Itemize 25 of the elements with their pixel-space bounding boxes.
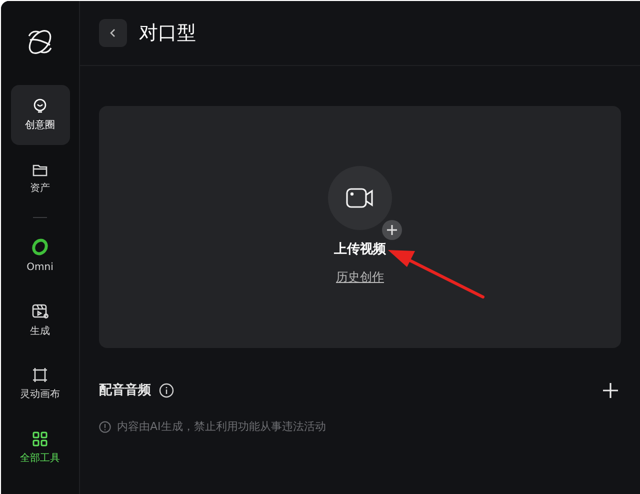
plus-icon bbox=[382, 220, 402, 240]
video-camera-icon bbox=[346, 187, 374, 209]
history-link[interactable]: 历史创作 bbox=[336, 268, 384, 286]
sidebar-item[interactable]: 全部工具 bbox=[10, 418, 70, 478]
upload-video-label: 上传视频 bbox=[334, 241, 386, 259]
lightbulb-icon bbox=[32, 98, 48, 114]
sidebar-item[interactable]: 创意圈 bbox=[10, 85, 70, 145]
frame-icon bbox=[32, 366, 48, 382]
notice-text: 内容由AI生成，禁止利用功能从事违法活动 bbox=[117, 418, 326, 434]
grid-icon bbox=[32, 430, 48, 446]
back-icon bbox=[109, 28, 117, 38]
sidebar-item[interactable]: Omni bbox=[10, 226, 70, 286]
upload-area[interactable]: 上传视频 历史创作 bbox=[99, 106, 621, 348]
sidebar-item[interactable]: 灵动画布 bbox=[10, 354, 70, 414]
sidebar-item[interactable]: 生成 bbox=[10, 290, 70, 350]
sidebar-item[interactable]: 资产 bbox=[10, 149, 70, 209]
clapperboard-icon bbox=[31, 302, 49, 320]
add-icon[interactable] bbox=[603, 383, 618, 398]
folder-icon bbox=[32, 162, 48, 176]
warning-icon bbox=[99, 420, 111, 433]
info-icon[interactable] bbox=[159, 383, 174, 398]
ring-icon bbox=[31, 238, 49, 256]
section-title: 配音音频 bbox=[99, 382, 151, 400]
page-title: 对口型 bbox=[139, 20, 196, 46]
back-button[interactable] bbox=[99, 19, 127, 47]
